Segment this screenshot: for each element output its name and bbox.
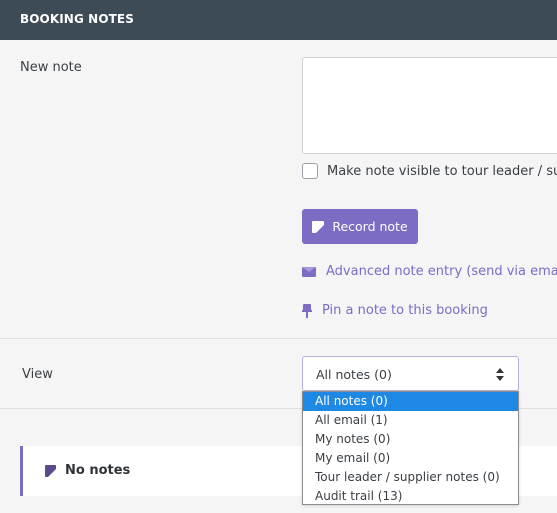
visibility-checkbox-label[interactable]: Make note visible to tour leader / supp [327, 164, 557, 179]
visibility-checkbox[interactable] [302, 163, 318, 179]
view-option-all-notes[interactable]: All notes (0) [303, 392, 518, 411]
section-divider [0, 338, 557, 339]
note-icon [45, 465, 56, 477]
sort-arrows-icon [496, 368, 504, 381]
record-note-button[interactable]: Record note [302, 209, 418, 244]
pin-icon [302, 303, 312, 318]
view-select[interactable]: All notes (0) [302, 356, 519, 391]
new-note-textarea[interactable] [302, 57, 557, 154]
view-option-my-notes[interactable]: My notes (0) [303, 430, 518, 449]
view-option-my-email[interactable]: My email (0) [303, 449, 518, 468]
view-label: View [22, 367, 53, 382]
no-notes-text: No notes [65, 463, 131, 478]
record-note-label: Record note [332, 219, 408, 234]
note-icon [312, 220, 325, 233]
header-title: BOOKING NOTES [20, 12, 134, 26]
new-note-label: New note [20, 60, 82, 75]
view-dropdown-list[interactable]: All notes (0) All email (1) My notes (0)… [302, 391, 519, 505]
view-option-tour-leader-notes[interactable]: Tour leader / supplier notes (0) [303, 468, 518, 487]
view-select-value: All notes (0) [316, 367, 392, 382]
envelope-icon [302, 266, 316, 277]
pin-note-text: Pin a note to this booking [322, 303, 488, 318]
view-option-audit-trail[interactable]: Audit trail (13) [303, 487, 518, 506]
pin-note-link[interactable]: Pin a note to this booking [302, 303, 488, 318]
advanced-note-entry-link[interactable]: Advanced note entry (send via email) [302, 264, 557, 279]
view-option-all-email[interactable]: All email (1) [303, 411, 518, 430]
booking-notes-header: BOOKING NOTES [0, 0, 557, 40]
advanced-note-entry-text: Advanced note entry (send via email) [326, 264, 557, 279]
visibility-row[interactable]: Make note visible to tour leader / supp [302, 163, 557, 179]
